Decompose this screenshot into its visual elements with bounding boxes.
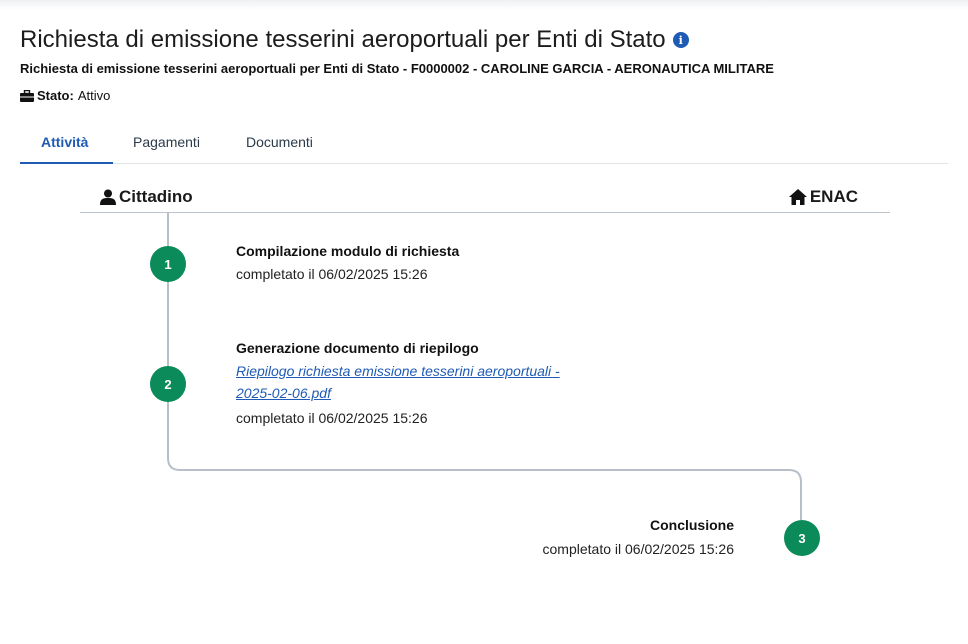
step-3-badge: 3 bbox=[784, 520, 820, 556]
summary-pdf-link[interactable]: Riepilogo richiesta emissione tesserini … bbox=[236, 360, 616, 404]
flow-connector bbox=[167, 213, 802, 520]
step-2-title: Generazione documento di riepilogo bbox=[236, 340, 479, 356]
step-1-title: Compilazione modulo di richiesta bbox=[236, 243, 460, 259]
step-2-status: completato il 06/02/2025 15:26 bbox=[236, 410, 428, 426]
step-2-badge: 2 bbox=[150, 366, 186, 402]
step-1-status: completato il 06/02/2025 15:26 bbox=[236, 266, 428, 282]
step-3-status: completato il 06/02/2025 15:26 bbox=[542, 541, 734, 557]
summary-pdf-link-line1: Riepilogo richiesta emissione tesserini … bbox=[236, 363, 560, 379]
summary-pdf-link-line2: 2025-02-06.pdf bbox=[236, 385, 331, 401]
step-3-title: Conclusione bbox=[649, 517, 734, 533]
step-1-badge: 1 bbox=[150, 246, 186, 282]
